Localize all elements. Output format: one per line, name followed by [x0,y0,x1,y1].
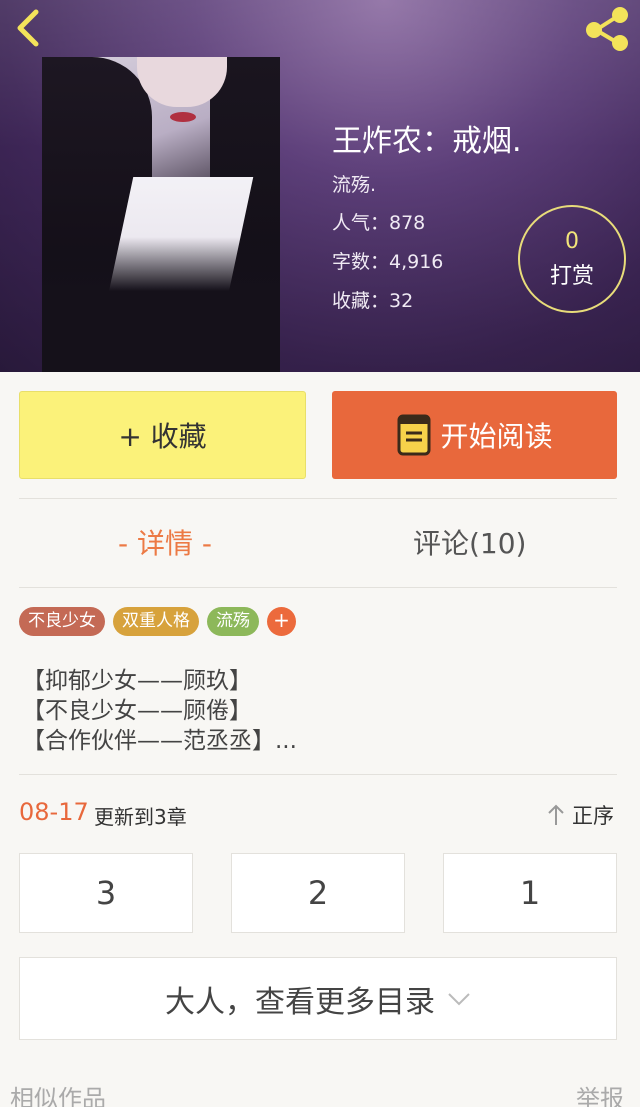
similar-works-heading: 相似作品 [10,1085,106,1107]
report-link[interactable]: 举报 [576,1079,624,1107]
sort-order-button[interactable]: 正序 [546,800,614,830]
start-reading-button[interactable]: 开始阅读 [332,391,617,479]
popularity-stat: 人气：878 [332,212,426,234]
chapter-button[interactable]: 2 [231,853,405,933]
tag-item[interactable]: 双重人格 [113,607,199,636]
cover-art-jacket [42,237,280,372]
tab-comments[interactable]: 评论(10) [413,522,526,562]
add-to-favorites-button[interactable]: + 收藏 [19,391,306,479]
synopsis-line: 【抑郁少女——顾玖】 [22,668,252,694]
book-header: 王炸农：戒烟. 流殇. 人气：878 字数：4,916 收藏：32 0 打赏 [0,0,640,372]
arrow-up-icon [548,804,564,825]
add-tag-button[interactable]: + [267,607,296,636]
chevron-down-icon [448,992,470,1005]
chapter-button[interactable]: 3 [19,853,193,933]
share-icon [586,7,628,51]
synopsis[interactable]: 【抑郁少女——顾玖】 【不良少女——顾倦】 【合作伙伴——范丞丞】... [22,666,297,756]
synopsis-line: 【不良少女——顾倦】 [22,698,252,724]
view-more-catalog-label: 大人，查看更多目录 [165,984,435,1020]
tag-list: 不良少女 双重人格 流殇 + [19,607,296,636]
book-title: 王炸农：戒烟. [332,124,522,159]
sort-order-label: 正序 [572,804,614,828]
divider [19,498,617,499]
share-button[interactable] [582,6,632,52]
cover-art-lips [170,112,196,122]
tag-item[interactable]: 不良少女 [19,607,105,636]
start-reading-label: 开始阅读 [440,420,553,453]
back-button[interactable] [8,6,48,50]
divider [19,774,617,775]
tab-details[interactable]: - 详情 - [118,522,212,562]
update-date: 08-17 [19,798,89,826]
view-more-catalog-button[interactable]: 大人，查看更多目录 [19,957,617,1040]
reward-count: 0 [565,229,579,254]
book-icon [397,414,431,456]
update-status: 更新到3章 [94,805,187,829]
synopsis-line: 【合作伙伴——范丞丞】... [22,728,297,754]
reward-button[interactable]: 0 打赏 [518,205,626,313]
chevron-left-icon [17,9,39,47]
reward-label: 打赏 [549,264,594,289]
book-author[interactable]: 流殇. [332,170,376,197]
book-cover[interactable] [42,57,280,372]
word-count-stat: 字数：4,916 [332,251,444,273]
divider [19,587,617,588]
favorites-stat: 收藏：32 [332,290,414,312]
tag-item[interactable]: 流殇 [207,607,259,636]
chapter-button[interactable]: 1 [443,853,617,933]
